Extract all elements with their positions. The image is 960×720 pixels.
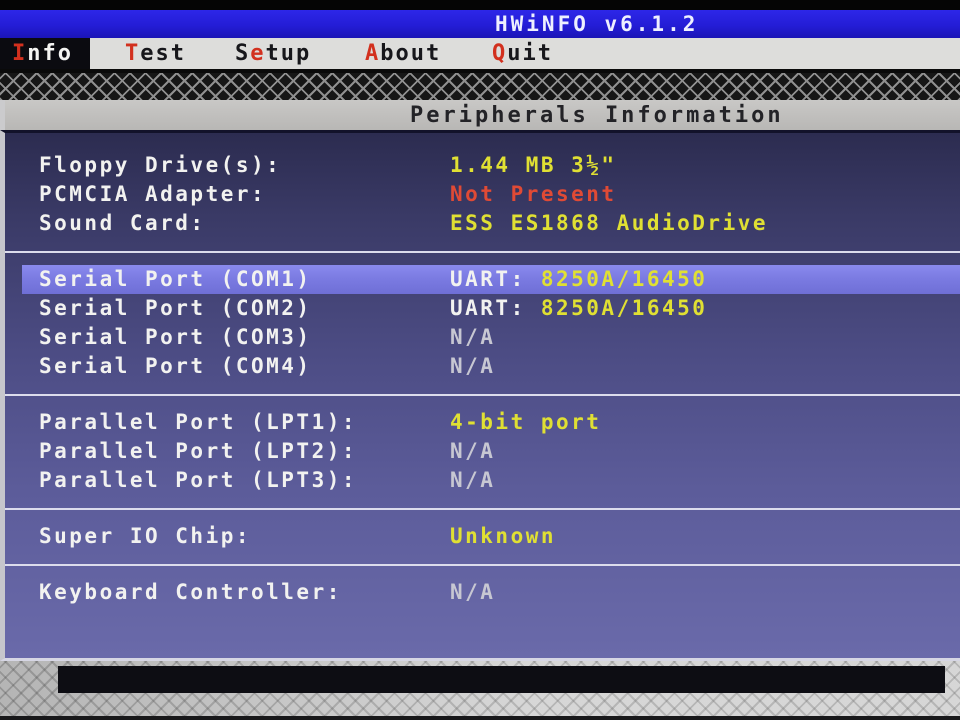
info-label: Super IO Chip: xyxy=(39,524,252,548)
page-title: Peripherals Information xyxy=(410,103,784,128)
section-separator xyxy=(5,394,960,396)
info-value: 1.44 MB 3½" xyxy=(450,151,617,180)
info-label: Serial Port (COM3) xyxy=(39,325,312,349)
info-row-keyboard-controller[interactable]: Keyboard Controller: N/A xyxy=(5,578,960,607)
info-value: N/A xyxy=(450,466,495,495)
info-value: Not Present xyxy=(450,180,617,209)
menu-item-about[interactable]: About xyxy=(353,38,453,69)
menu-item-text: uit xyxy=(507,41,553,66)
info-label: PCMCIA Adapter: xyxy=(39,182,267,206)
info-value-part: 8250A/16450 xyxy=(540,296,708,320)
menu-item-info[interactable]: Info xyxy=(0,38,90,69)
section-separator xyxy=(5,251,960,253)
info-row-serial-port-com3[interactable]: Serial Port (COM3) N/A xyxy=(5,323,960,352)
info-label: Keyboard Controller: xyxy=(39,580,342,604)
title-bar: HWiNFO v6.1.2 xyxy=(0,10,960,38)
info-value: Unknown xyxy=(450,522,556,551)
app-title: HWiNFO v6.1.2 xyxy=(495,12,699,36)
peripherals-panel: Floppy Drive(s): 1.44 MB 3½" PCMCIA Adapte… xyxy=(0,130,960,661)
menu-item-text: Q xyxy=(492,41,508,66)
panel-shadow xyxy=(58,666,945,693)
info-row-serial-port-com2[interactable]: Serial Port (COM2) UART: 8250A/16450 xyxy=(5,294,960,323)
info-value-part: N/A xyxy=(450,325,496,349)
menu-item-text: I xyxy=(12,41,28,66)
info-value: 4-bit port xyxy=(450,408,601,437)
menubar: Info Test Setup About Quit xyxy=(0,38,960,69)
info-value-part: UART: xyxy=(450,296,541,320)
info-value: N/A xyxy=(450,352,495,381)
hwinfo-dos-screen: HWiNFO v6.1.2 Info Test Setup About Quit Per… xyxy=(0,0,960,720)
info-value-part: N/A xyxy=(450,439,496,463)
section-separator xyxy=(5,564,960,566)
menu-item-quit[interactable]: Quit xyxy=(480,38,565,69)
info-value-part: ESS ES1868 AudioDrive xyxy=(450,211,769,235)
info-value-part: Not Present xyxy=(450,182,617,206)
info-value: UART: 8250A/16450 xyxy=(450,294,707,323)
info-row-floppy-drive-s[interactable]: Floppy Drive(s): 1.44 MB 3½" xyxy=(5,151,960,180)
info-value-part: 1.44 MB 3½" xyxy=(450,153,617,177)
menu-item-text: nfo xyxy=(27,41,73,66)
info-value-part: N/A xyxy=(450,580,496,604)
menu-item-setup[interactable]: Setup xyxy=(223,38,323,69)
info-label: Sound Card: xyxy=(39,211,206,235)
info-value-part: 8250A/16450 xyxy=(540,267,708,291)
info-row-serial-port-com4[interactable]: Serial Port (COM4) N/A xyxy=(5,352,960,381)
background-pattern-bottom xyxy=(0,661,960,720)
info-label: Serial Port (COM4) xyxy=(39,354,312,378)
top-bezel xyxy=(0,0,960,10)
info-value: UART: 8250A/16450 xyxy=(450,265,707,294)
menu-item-test[interactable]: Test xyxy=(113,38,198,69)
menu-item-text: T xyxy=(125,41,141,66)
section-separator xyxy=(5,508,960,510)
background-pattern-top xyxy=(0,69,960,100)
menu-item-text: A xyxy=(365,41,381,66)
menu-item-text: S xyxy=(235,41,251,66)
info-value-part: Unknown xyxy=(450,524,557,548)
info-label: Parallel Port (LPT3): xyxy=(39,468,358,492)
info-row-serial-port-com1[interactable]: Serial Port (COM1) UART: 8250A/16450 xyxy=(5,265,960,294)
info-row-sound-card[interactable]: Sound Card: ESS ES1868 AudioDrive xyxy=(5,209,960,238)
menu-item-text: est xyxy=(140,41,186,66)
info-value: N/A xyxy=(450,323,495,352)
info-row-parallel-port-lpt3[interactable]: Parallel Port (LPT3): N/A xyxy=(5,466,960,495)
info-label: Serial Port (COM1) xyxy=(39,267,312,291)
info-value-part: N/A xyxy=(450,468,496,492)
bottom-bezel xyxy=(0,716,960,720)
info-label: Parallel Port (LPT1): xyxy=(39,410,358,434)
menu-item-text: tup xyxy=(265,41,312,66)
info-row-parallel-port-lpt2[interactable]: Parallel Port (LPT2): N/A xyxy=(5,437,960,466)
info-value: N/A xyxy=(450,578,495,607)
info-row-pcmcia-adapter[interactable]: PCMCIA Adapter: Not Present xyxy=(5,180,960,209)
menu-item-text: e xyxy=(250,41,266,66)
info-value: N/A xyxy=(450,437,495,466)
page-header: Peripherals Information xyxy=(0,100,960,130)
info-row-parallel-port-lpt1[interactable]: Parallel Port (LPT1): 4-bit port xyxy=(5,408,960,437)
info-value-part: UART: xyxy=(450,267,541,291)
info-value-part: N/A xyxy=(450,354,496,378)
info-row-super-io-chip[interactable]: Super IO Chip: Unknown xyxy=(5,522,960,551)
info-label: Serial Port (COM2) xyxy=(39,296,312,320)
menu-item-text: bout xyxy=(380,41,442,66)
info-label: Parallel Port (LPT2): xyxy=(39,439,358,463)
info-value: ESS ES1868 AudioDrive xyxy=(450,209,768,238)
info-value-part: 4-bit port xyxy=(450,410,602,434)
info-label: Floppy Drive(s): xyxy=(39,153,282,177)
